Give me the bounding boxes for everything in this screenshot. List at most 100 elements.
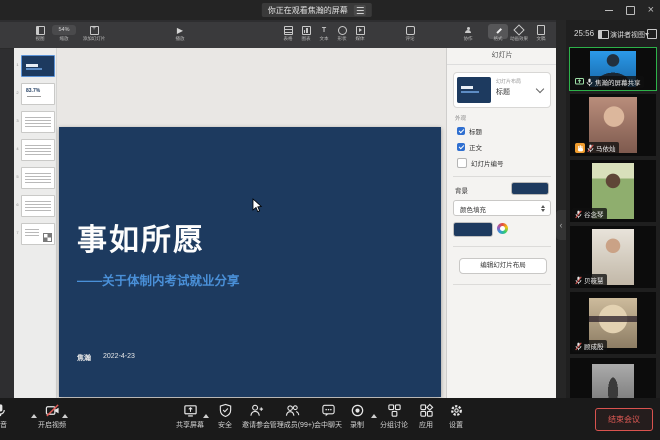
play-icon: ▶	[177, 26, 183, 35]
slide-number: 7	[15, 230, 20, 235]
slide-thumbnail-7[interactable]	[21, 223, 55, 245]
slide-number: 4	[15, 146, 20, 151]
participant-label: 贝筱慧	[572, 274, 607, 286]
end-meeting-button[interactable]: 结束会议	[595, 408, 653, 431]
text-icon: T	[322, 27, 326, 34]
watching-banner: 你正在观看焦瀚的屏幕	[262, 3, 372, 17]
keynote-collaborate-button[interactable]: 协作	[453, 25, 483, 42]
collapse-sidebar-handle[interactable]: ‹	[556, 210, 566, 240]
format-panel-title: 幻灯片	[447, 48, 556, 65]
background-section-label: 背景	[455, 185, 468, 195]
sidebar-collapse-strip: ‹	[556, 20, 566, 398]
view-icon	[36, 26, 45, 35]
checkbox-checked-icon	[457, 127, 465, 135]
collaborate-icon	[465, 27, 472, 34]
edit-slide-layout-button[interactable]: 编辑幻灯片布局	[459, 258, 547, 274]
slide-thumbnail-4[interactable]	[21, 139, 55, 161]
appearance-section-label: 外观	[455, 114, 466, 122]
slide-canvas: 事如所愿 ——关于体制内考试就业分享 焦瀚 2022-4-23	[57, 48, 446, 398]
participant-label: 焦瀚的屏幕共享	[572, 76, 644, 88]
camera-off-icon	[26, 403, 78, 419]
avatar	[592, 364, 634, 398]
document-icon	[537, 25, 545, 35]
slide-title: 事如所愿	[77, 215, 205, 259]
current-slide[interactable]: 事如所愿 ——关于体制内考试就业分享 焦瀚 2022-4-23	[59, 127, 441, 397]
view-mode-selector[interactable]: 演讲者视图	[610, 30, 645, 40]
participant-label: 马依灿	[572, 142, 619, 154]
banner-menu-icon[interactable]	[354, 5, 366, 16]
participant-label: 谷念琴	[572, 208, 607, 220]
participants-sidebar: 25:56 演讲者视图 焦瀚的屏幕共享	[566, 20, 660, 398]
sidebar-header: 25:56 演讲者视图	[566, 20, 660, 46]
checkbox-checked-icon	[457, 143, 465, 151]
screen-share-icon	[575, 78, 584, 86]
mic-muted-icon	[575, 276, 582, 285]
layout-view-icon	[598, 30, 609, 39]
slide-date: 2022-4-23	[103, 353, 135, 360]
keynote-play-button[interactable]: ▶ 播放	[165, 25, 195, 42]
slide-number: 5	[15, 174, 20, 179]
slide-number: 2	[15, 90, 20, 95]
keynote-toolbar: 视图 54% 缩放 添加幻灯片 ▶ 播放 表格 图表	[0, 22, 556, 49]
settings-button[interactable]: 设置	[430, 403, 482, 430]
chevron-down-icon	[536, 85, 544, 93]
watching-banner-text: 你正在观看焦瀚的屏幕	[268, 5, 348, 16]
mute-button[interactable]: 静音	[0, 403, 26, 430]
top-bar: 你正在观看焦瀚的屏幕 ×	[0, 0, 660, 20]
slide-number: 1	[15, 62, 20, 67]
checkbox-body[interactable]: 正文	[457, 142, 482, 152]
keynote-media-button[interactable]: 媒体	[345, 25, 375, 42]
add-slide-icon	[90, 26, 99, 35]
video-options-caret[interactable]	[62, 414, 68, 418]
participant-tile[interactable]: 顾成殷	[570, 292, 656, 354]
checkbox-unchecked-icon	[457, 158, 467, 168]
window-controls: ×	[605, 0, 654, 20]
slide-thumbnail-6[interactable]	[21, 195, 55, 217]
mic-muted-icon	[587, 144, 594, 153]
mic-icon	[0, 403, 26, 419]
comment-icon	[406, 26, 415, 35]
mouse-cursor	[252, 198, 263, 213]
background-color-swatch[interactable]	[511, 182, 549, 195]
maximize-icon[interactable]	[626, 6, 635, 15]
slide-thumbnail-5[interactable]	[21, 167, 55, 189]
gear-icon	[430, 403, 482, 419]
slide-subtitle: ——关于体制内考试就业分享	[77, 270, 240, 289]
participant-tile[interactable]: 谷念琴	[570, 160, 656, 222]
zoom-value: 54%	[52, 25, 76, 35]
color-wheel-icon[interactable]	[497, 223, 508, 234]
slide-number: 3	[15, 118, 20, 123]
keynote-add-slide-button[interactable]: 添加幻灯片	[77, 25, 111, 42]
fill-type-dropdown[interactable]: 颜色填充	[453, 200, 551, 216]
meeting-timer: 25:56	[574, 29, 594, 38]
mic-muted-icon	[575, 342, 582, 351]
animate-icon	[513, 24, 524, 35]
slide-author: 焦瀚	[77, 353, 91, 363]
keynote-document-button[interactable]: 文稿	[526, 25, 556, 42]
slide-layout-selector[interactable]: 幻灯片布局 标题	[453, 72, 551, 108]
slide-thumbnail-3[interactable]	[21, 111, 55, 133]
shared-screen: 视图 54% 缩放 添加幻灯片 ▶ 播放 表格 图表	[0, 20, 556, 398]
stepper-icon[interactable]	[539, 203, 547, 213]
keynote-zoom-control[interactable]: 54% 缩放	[49, 25, 79, 42]
participant-tile[interactable]	[570, 358, 656, 398]
participant-tile[interactable]: 马依灿	[570, 94, 656, 156]
mic-on-icon	[586, 78, 593, 87]
minimize-icon[interactable]	[605, 10, 613, 11]
media-icon	[356, 26, 365, 35]
start-video-button[interactable]: 开启视频	[26, 403, 78, 430]
checkbox-slide-number[interactable]: 幻灯片编号	[457, 158, 504, 168]
raise-hand-icon	[575, 143, 585, 153]
keynote-comment-button[interactable]: 评论	[395, 25, 425, 42]
checkbox-title[interactable]: 标题	[457, 126, 482, 136]
fullscreen-icon[interactable]	[647, 29, 657, 39]
slide-number: 6	[15, 202, 20, 207]
layout-preview-thumbnail	[457, 77, 491, 103]
participant-tile-sharing[interactable]: 焦瀚的屏幕共享	[570, 48, 656, 90]
slide-thumbnail-1[interactable]	[21, 55, 55, 77]
fill-color-well[interactable]	[453, 222, 493, 237]
slide-navigator: 1 2 83.7% 3 4 5 6 7	[14, 48, 57, 398]
close-icon[interactable]: ×	[648, 5, 654, 16]
participant-tile[interactable]: 贝筱慧	[570, 226, 656, 288]
slide-thumbnail-2[interactable]: 83.7%	[21, 83, 55, 105]
